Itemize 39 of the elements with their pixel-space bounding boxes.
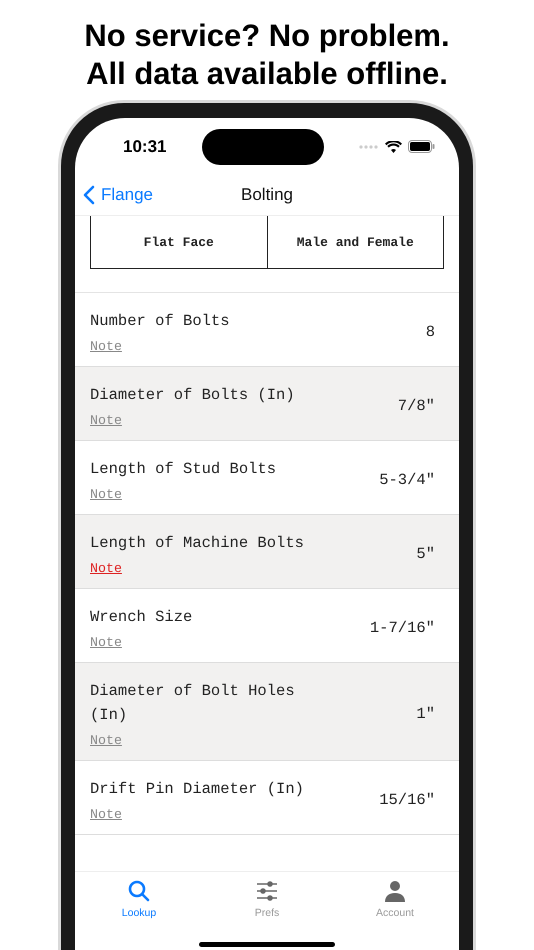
tab-item[interactable]: Lookup [94,878,184,950]
tab-item[interactable]: Prefs [222,878,312,950]
note-link[interactable]: Note [90,487,122,502]
note-link[interactable]: Note [90,807,122,822]
spec-label: Drift Pin Diameter (In) [90,779,305,800]
person-icon [383,879,407,903]
signal-dots-icon [358,144,379,148]
note-link[interactable]: Note [90,413,122,428]
chevron-icon [83,185,95,205]
spec-value: 5" [416,544,435,562]
spec-value: 7/8" [398,396,435,414]
note-link[interactable]: Note [90,561,122,576]
note-link[interactable]: Note [90,635,122,650]
spec-label: Diameter of Bolt Holes (In) [90,681,296,726]
segment-button[interactable]: Flat Face [90,216,268,269]
back-link[interactable]: Flange [83,185,153,205]
back-label[interactable]: Flange [101,185,153,205]
spec-label: Number of Bolts [90,311,231,332]
spec-value: 8 [426,322,435,340]
sliders-icon [255,879,279,903]
nav-title: Bolting [241,185,293,205]
spec-label: Length of Machine Bolts [90,533,305,554]
segment-button[interactable]: Male and Female [268,216,444,269]
spec-label: Wrench Size [90,607,194,628]
search-icon [127,879,151,903]
wifi-icon [384,140,402,152]
headline: No service? No problem. [84,17,450,55]
spec-label: Length of Stud Bolts [90,459,278,480]
note-link[interactable]: Note [90,733,122,748]
headline: All data available offline. [86,55,448,93]
spec-label: Diameter of Bolts (In) [90,385,296,406]
spec-value: 1-7/16" [370,618,435,636]
tab-item[interactable]: Account [350,878,440,950]
battery-icon [408,140,435,153]
spec-value: 1" [416,704,435,722]
note-link[interactable]: Note [90,339,122,354]
spec-value: 5-3/4" [379,470,435,488]
status-time: 10:31 [123,136,166,156]
spec-value: 15/16" [379,790,435,808]
